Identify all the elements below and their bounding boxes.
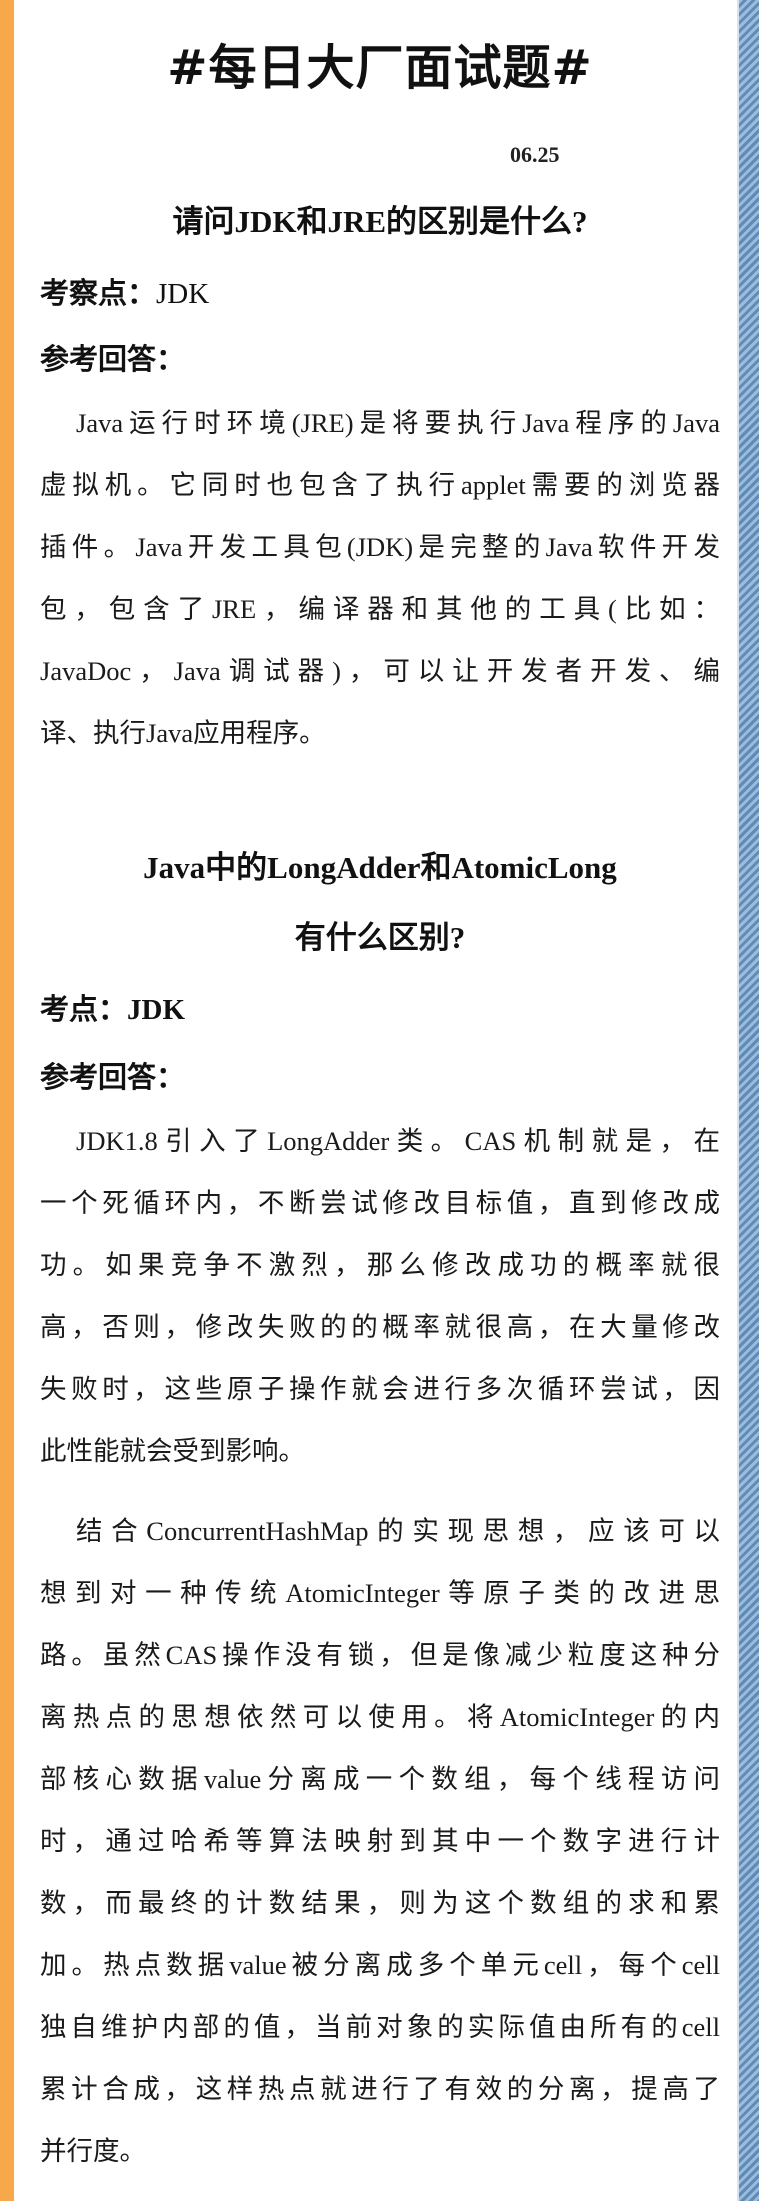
question-2-point: 考点：JDK — [40, 986, 185, 1028]
answer-line: 插件。Java开发工具包(JDK)是完整的Java软件开发 — [40, 532, 720, 562]
date-label: 06.25 — [510, 142, 560, 167]
answer-line: JavaDoc，Java调试器)，可以让开发者开发、编 — [40, 656, 720, 686]
left-orange-border — [0, 0, 14, 2201]
question-1-point: 考察点：JDK — [40, 270, 209, 312]
answer-line: 累计合成，这样热点就进行了有效的分离，提高了 — [40, 2074, 720, 2104]
question-2-title-line-1-text: Java中的LongAdder和AtomicLong — [143, 850, 617, 885]
answer-line: 部核心数据value分离成一个数组，每个线程访问 — [40, 1764, 720, 1794]
answer-line: Java运行时环境(JRE)是将要执行Java程序的Java — [76, 408, 720, 438]
question-2-point-label: 考点： — [40, 992, 128, 1026]
question-1-title-text: 请问JDK和JRE的区别是什么? — [172, 204, 588, 239]
answer-line: 译、执行Java应用程序。 — [40, 718, 326, 748]
question-2-answer-paragraph-2: 结合ConcurrentHashMap的实现思想，应该可以 想到对一种传统Ato… — [40, 1500, 720, 2182]
right-striped-border — [739, 0, 759, 2201]
answer-line: 高，否则，修改失败的的概率就很高，在大量修改 — [40, 1312, 720, 1342]
question-1-point-value: JDK — [156, 278, 210, 310]
question-2-title-line-1: Java中的LongAdder和AtomicLong — [40, 842, 720, 887]
answer-line: 并行度。 — [40, 2136, 146, 2166]
question-1-answer: Java运行时环境(JRE)是将要执行Java程序的Java 虚拟机。它同时也包… — [40, 392, 720, 764]
question-2-point-value: JDK — [127, 994, 186, 1026]
answer-line: 功。如果竞争不激烈，那么修改成功的概率就很 — [40, 1250, 720, 1280]
answer-line: 独自维护内部的值，当前对象的实际值由所有的cell — [40, 2012, 720, 2042]
question-2-title-line-2-text: 有什么区别? — [294, 920, 466, 955]
answer-line: 数，而最终的计数结果，则为这个数组的求和累 — [40, 1888, 720, 1918]
answer-line: 虚拟机。它同时也包含了执行applet需要的浏览器 — [40, 470, 720, 500]
question-1-answer-label: 参考回答： — [40, 342, 186, 376]
answer-line: 一个死循环内，不断尝试修改目标值，直到修改成 — [40, 1188, 720, 1218]
question-2-answer-label: 参考回答： — [40, 1060, 186, 1094]
question-1-title: 请问JDK和JRE的区别是什么? — [40, 196, 720, 241]
answer-line: JDK1.8引入了LongAdder类。CAS机制就是，在 — [76, 1126, 720, 1156]
question-2-answer-paragraph-1: JDK1.8引入了LongAdder类。CAS机制就是，在 一个死循环内，不断尝… — [40, 1110, 720, 1482]
page-title: #每日大厂面试题# — [167, 40, 593, 96]
answer-line: 包，包含了JRE，编译器和其他的工具(比如： — [40, 594, 720, 624]
question-1-point-label: 考察点： — [40, 276, 157, 310]
answer-line: 失败时，这些原子操作就会进行多次循环尝试，因 — [40, 1374, 720, 1404]
answer-line: 离热点的思想依然可以使用。将AtomicInteger的内 — [40, 1702, 720, 1732]
answer-line: 时，通过哈希等算法映射到其中一个数字进行计 — [40, 1826, 720, 1856]
answer-line: 想到对一种传统AtomicInteger等原子类的改进思 — [40, 1578, 720, 1608]
answer-line: 路。虽然CAS操作没有锁，但是像减少粒度这种分 — [40, 1640, 720, 1670]
answer-line: 此性能就会受到影响。 — [40, 1436, 305, 1466]
answer-line: 结合ConcurrentHashMap的实现思想，应该可以 — [76, 1516, 720, 1546]
question-2-title-line-2: 有什么区别? — [40, 912, 720, 957]
answer-line: 加。热点数据value被分离成多个单元cell，每个cell — [40, 1950, 720, 1980]
